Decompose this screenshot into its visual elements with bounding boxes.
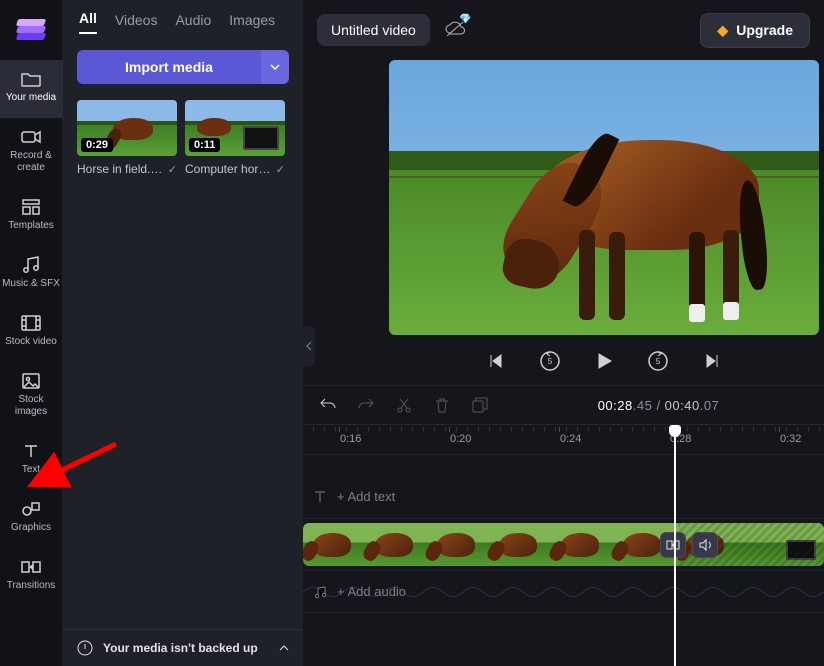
import-media-dropdown[interactable] [261,50,289,84]
ruler-tick: 0:20 [450,433,471,445]
ruler-tick: 0:24 [560,433,581,445]
camera-icon [21,128,41,146]
skip-to-start-button[interactable] [482,347,510,375]
templates-icon [21,198,41,216]
image-icon [21,372,41,390]
rail-item-stock-video[interactable]: Stock video [0,304,63,362]
rail-label: Your media [6,92,56,104]
upgrade-button[interactable]: ◆ Upgrade [700,13,810,48]
cloud-sync-button[interactable]: 💎 [444,19,466,41]
play-button[interactable] [590,347,618,375]
tab-videos[interactable]: Videos [115,12,158,34]
skip-back-5-button[interactable]: 5 [536,347,564,375]
rail-item-your-media[interactable]: Your media [0,60,63,118]
clip-audio-button[interactable] [692,532,718,558]
delete-button[interactable] [433,396,451,414]
text-icon [21,442,41,460]
redo-button[interactable] [357,396,375,414]
rail-item-stock-images[interactable]: Stock images [0,362,63,432]
shapes-icon [21,500,41,518]
rail-item-record[interactable]: Record & create [0,118,63,188]
chevron-left-icon [306,341,312,351]
gem-badge-icon: 💎 [459,14,471,25]
gem-icon: ◆ [717,22,728,39]
ruler-tick: 0:16 [340,433,361,445]
preview-area: 5 5 [303,60,824,385]
folder-icon [21,70,41,88]
rail-label: Record & create [10,150,52,174]
media-thumbnails: 0:29 Horse in field.… ✓ 0:11 Computer hor… [63,94,303,182]
rail-label: Transitions [7,580,56,592]
text-track[interactable]: + Add text [303,475,824,519]
transitions-icon [21,558,41,576]
tab-all[interactable]: All [79,10,97,34]
timeline-clip-1[interactable] [303,523,678,566]
video-track[interactable] [303,519,824,571]
rail-label: Stock images [15,394,47,418]
chevron-down-icon [270,64,280,70]
duplicate-button[interactable] [471,396,489,414]
music-icon [21,256,41,274]
film-icon [21,314,41,332]
tab-audio[interactable]: Audio [175,12,211,34]
rail-item-music[interactable]: Music & SFX [0,246,63,304]
ruler-tick: 0:32 [780,433,801,445]
rail-label: Text [22,464,40,476]
rail-item-graphics[interactable]: Graphics [0,490,63,548]
tab-images[interactable]: Images [229,12,275,34]
panel-collapse-handle[interactable] [303,326,315,366]
timeline-ruler[interactable]: 0:160:200:240:280:32 [303,425,824,455]
add-text-hint: + Add text [313,489,395,504]
upgrade-label: Upgrade [736,22,793,38]
check-icon: ✓ [168,163,177,176]
rail-label: Templates [8,220,54,232]
chevron-up-icon [279,645,289,651]
audio-track[interactable]: + Add audio [303,571,824,613]
media-item[interactable]: 0:29 Horse in field.… ✓ [77,100,177,176]
clip-duration: 0:29 [81,138,113,152]
timecode-display: 00:28.45 / 00:40.07 [598,398,720,413]
media-item[interactable]: 0:11 Computer hor… ✓ [185,100,285,176]
transition-button[interactable] [660,532,686,558]
playback-controls: 5 5 [482,347,726,375]
alert-icon [77,640,93,656]
backup-warning-text: Your media isn't backed up [103,641,258,655]
timeline[interactable]: 0:160:200:240:280:32 + Add text [303,425,824,666]
skip-to-end-button[interactable] [698,347,726,375]
waveform-icon [303,581,823,603]
editor-area: Untitled video 💎 ◆ Upgrade 5 [303,0,824,666]
timeline-toolbar: 00:28.45 / 00:40.07 [303,385,824,425]
svg-text:5: 5 [547,357,552,366]
check-icon: ✓ [276,163,285,176]
import-media-button[interactable]: Import media [77,50,261,84]
video-preview[interactable] [389,60,819,335]
media-panel: All Videos Audio Images Import media 0:2… [63,0,303,666]
laptop-icon [243,126,279,150]
top-bar: Untitled video 💎 ◆ Upgrade [303,0,824,60]
undo-button[interactable] [319,396,337,414]
left-nav-rail: Your media Record & create Templates Mus… [0,0,63,666]
rail-item-text[interactable]: Text [0,432,63,490]
backup-warning-bar[interactable]: Your media isn't backed up [63,629,303,666]
app-logo [0,0,63,60]
rail-label: Music & SFX [2,278,60,290]
media-tabs: All Videos Audio Images [63,0,303,40]
clip-name: Computer hor… [185,162,270,176]
rail-label: Graphics [11,522,51,534]
rail-item-transitions[interactable]: Transitions [0,548,63,606]
split-button[interactable] [395,396,413,414]
project-title[interactable]: Untitled video [317,14,430,46]
clip-duration: 0:11 [189,138,220,152]
rail-item-templates[interactable]: Templates [0,188,63,246]
skip-forward-5-button[interactable]: 5 [644,347,672,375]
clip-name: Horse in field.… [77,162,162,176]
text-icon [313,490,327,504]
svg-text:5: 5 [655,357,660,366]
rail-label: Stock video [5,336,57,348]
